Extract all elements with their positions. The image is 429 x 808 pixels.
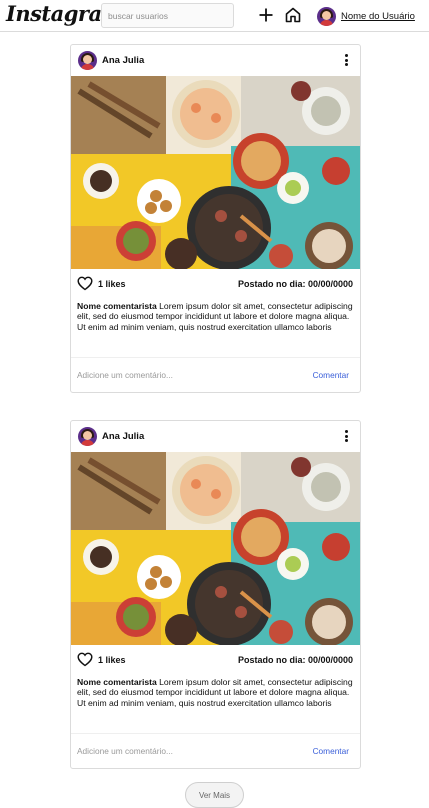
comment-author[interactable]: Nome comentarista [77, 301, 157, 311]
comment-form: Comentar [71, 733, 360, 768]
top-bar: Instagram Nome do Usuário [0, 0, 429, 32]
likes-count: 1 likes [98, 279, 126, 289]
heart-icon[interactable] [77, 276, 93, 291]
post-comment: Nome comentarista Lorem ipsum dolor sit … [71, 299, 360, 357]
post-comment: Nome comentarista Lorem ipsum dolor sit … [71, 675, 360, 733]
post-header: Ana Julia [71, 421, 360, 452]
user-profile-link[interactable]: Nome do Usuário [317, 6, 415, 26]
comment-input[interactable] [77, 368, 297, 382]
search-input[interactable] [101, 3, 234, 28]
comment-button[interactable]: Comentar [313, 746, 349, 756]
post-date: Postado no dia: 00/00/0000 [237, 655, 353, 665]
comment-form: Comentar [71, 357, 360, 392]
more-vertical-icon[interactable] [340, 429, 352, 443]
post-image[interactable] [71, 452, 360, 645]
comment-button[interactable]: Comentar [313, 370, 349, 380]
home-icon[interactable] [284, 6, 302, 24]
avatar [317, 6, 336, 26]
post-username[interactable]: Ana Julia [102, 55, 144, 66]
user-name[interactable]: Nome do Usuário [341, 11, 415, 22]
post-actions: 1 likes Postado no dia: 00/00/0000 [71, 269, 360, 299]
avatar[interactable] [78, 51, 97, 70]
post-header: Ana Julia [71, 45, 360, 76]
post-card: Ana Julia 1 likes Postado no dia: 00/00/… [70, 420, 361, 769]
plus-icon[interactable] [257, 6, 275, 24]
post-username[interactable]: Ana Julia [102, 431, 144, 442]
post-image[interactable] [71, 76, 360, 269]
post-card: Ana Julia 1 likes Postado no dia: 00/00/… [70, 44, 361, 393]
more-vertical-icon[interactable] [340, 53, 352, 67]
likes-count: 1 likes [98, 655, 126, 665]
comment-input[interactable] [77, 744, 297, 758]
avatar[interactable] [78, 427, 97, 446]
comment-author[interactable]: Nome comentarista [77, 677, 157, 687]
post-actions: 1 likes Postado no dia: 00/00/0000 [71, 645, 360, 675]
post-date: Postado no dia: 00/00/0000 [237, 279, 353, 289]
load-more-button[interactable]: Ver Mais [185, 782, 244, 808]
heart-icon[interactable] [77, 652, 93, 667]
